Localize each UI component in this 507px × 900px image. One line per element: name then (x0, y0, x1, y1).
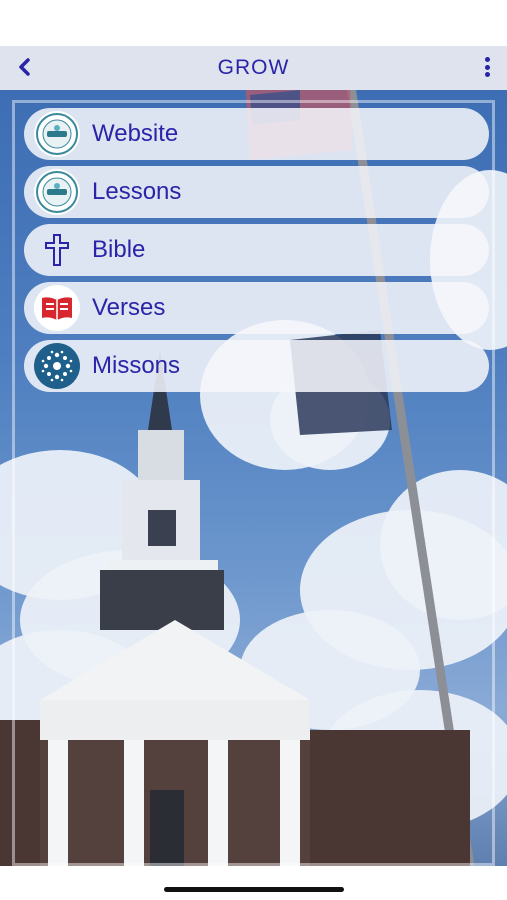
menu-item-label: Bible (92, 236, 146, 263)
status-bar (0, 0, 507, 46)
home-bar (0, 866, 507, 900)
navigation-bar: GROW (0, 46, 507, 90)
menu-item-missons[interactable]: Missons (24, 340, 489, 392)
menu-item-website[interactable]: Website (24, 108, 489, 160)
menu-list: Website Lessons Bible Verses Missons (24, 108, 489, 398)
menu-item-label: Missons (92, 352, 181, 379)
menu-item-label: Verses (92, 294, 166, 321)
dot (484, 64, 490, 70)
dot (484, 57, 490, 62)
menu-item-lessons[interactable]: Lessons (24, 166, 489, 218)
menu-item-bible[interactable]: Bible (24, 224, 489, 276)
church-logo-icon (34, 169, 80, 215)
page-title: GROW (217, 56, 290, 79)
home-indicator[interactable] (164, 887, 344, 892)
more-options-button[interactable] (481, 54, 493, 80)
menu-item-label: Lessons (92, 178, 182, 205)
background-photo: Website Lessons Bible Verses Missons (0, 90, 507, 866)
church-logo-icon (34, 111, 80, 157)
open-book-icon (34, 285, 80, 331)
globe-network-icon (34, 343, 80, 389)
dot (484, 72, 490, 77)
menu-item-label: Website (92, 120, 179, 147)
menu-item-verses[interactable]: Verses (24, 282, 489, 334)
cross-icon (34, 227, 80, 273)
